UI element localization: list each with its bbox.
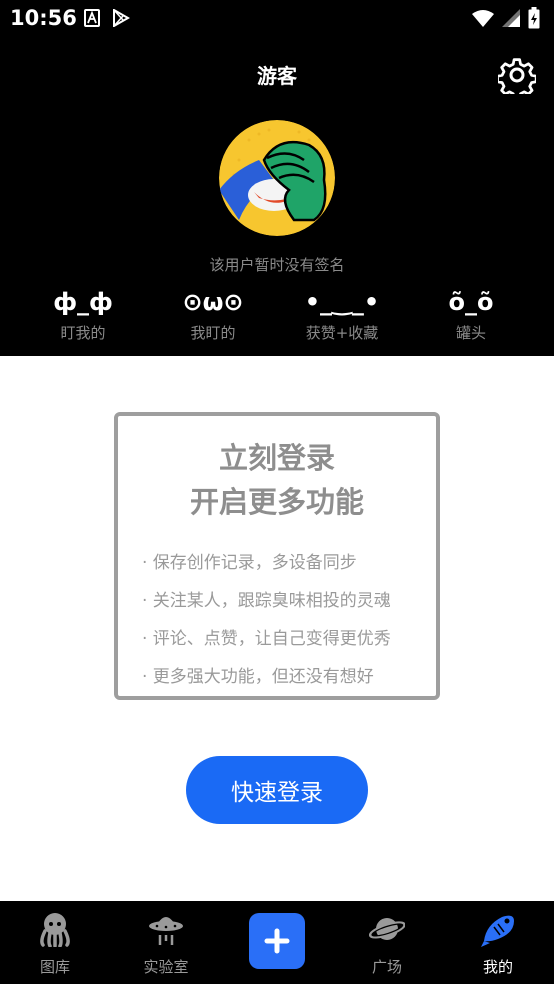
- plus-icon: [264, 928, 290, 954]
- font-app-icon: [84, 9, 100, 27]
- stat-label: 盯我的: [60, 324, 106, 342]
- nav-item-mine[interactable]: 我的: [443, 901, 553, 984]
- main-content: 立刻登录 开启更多功能 · 保存创作记录，多设备同步 · 关注某人，跟踪臭味相投…: [0, 356, 554, 901]
- nav-label: 实验室: [143, 958, 189, 976]
- planet-icon: [369, 918, 405, 940]
- nav-label: 我的: [482, 958, 513, 976]
- settings-gear-icon[interactable]: [498, 56, 536, 94]
- stat-value: •_‿_•: [304, 288, 380, 316]
- stat-value: ф_ф: [53, 288, 113, 316]
- feature-item: · 更多强大功能，但还没有想好: [142, 667, 374, 687]
- stat-value: ⊙ω⊙: [182, 288, 244, 316]
- card-heading-2: 开启更多功能: [189, 485, 364, 519]
- nav-label: 图库: [39, 958, 70, 976]
- card-heading-1: 立刻登录: [218, 441, 335, 475]
- feature-item: · 关注某人，跟踪臭味相投的灵魂: [142, 591, 391, 611]
- nav-item-plaza[interactable]: 广场: [332, 901, 442, 984]
- feature-item: · 保存创作记录，多设备同步: [142, 553, 357, 573]
- ufo-icon: [149, 917, 183, 945]
- nav-label: 广场: [371, 958, 402, 976]
- page-title: 游客: [257, 64, 297, 88]
- signal-icon: [502, 9, 520, 27]
- nav-item-gallery[interactable]: 图库: [0, 901, 110, 984]
- user-signature: 该用户暂时没有签名: [209, 256, 345, 274]
- quick-login-button[interactable]: 快速登录: [186, 756, 368, 824]
- stat-followers[interactable]: ф_ф 盯我的: [14, 286, 152, 343]
- stat-value: õ_õ: [448, 288, 494, 316]
- stat-label: 我盯的: [190, 324, 236, 342]
- facepalm-avatar-icon: [219, 120, 335, 236]
- battery-charging-icon: [528, 7, 540, 29]
- stat-label: 罐头: [455, 324, 486, 342]
- stat-cans[interactable]: õ_õ 罐头: [402, 286, 540, 343]
- stat-likes-favorites[interactable]: •_‿_• 获赞+收藏: [273, 286, 411, 343]
- nav-item-lab[interactable]: 实验室: [111, 901, 221, 984]
- bottom-nav: 图库 实验室 广场 我的: [0, 901, 554, 984]
- profile-header: 游客 该用户暂时没有签名 ф_ф 盯我的 ⊙ω⊙ 我盯的 •_‿_• 获赞+收藏…: [0, 38, 554, 356]
- avatar[interactable]: [219, 120, 335, 236]
- octopus-icon: [40, 913, 70, 947]
- stat-following[interactable]: ⊙ω⊙ 我盯的: [144, 286, 282, 343]
- wifi-icon: [472, 10, 494, 27]
- fish-icon: [481, 915, 514, 947]
- stat-label: 获赞+收藏: [305, 324, 379, 342]
- status-bar: 10:56: [0, 0, 554, 38]
- feature-item: · 评论、点赞，让自己变得更优秀: [142, 629, 391, 649]
- play-store-icon: [113, 9, 130, 27]
- create-plus-button[interactable]: [249, 913, 305, 969]
- status-time: 10:56: [10, 6, 77, 30]
- stats-row: ф_ф 盯我的 ⊙ω⊙ 我盯的 •_‿_• 获赞+收藏 õ_õ 罐头: [0, 286, 554, 348]
- login-promo-card: 立刻登录 开启更多功能 · 保存创作记录，多设备同步 · 关注某人，跟踪臭味相投…: [114, 412, 440, 700]
